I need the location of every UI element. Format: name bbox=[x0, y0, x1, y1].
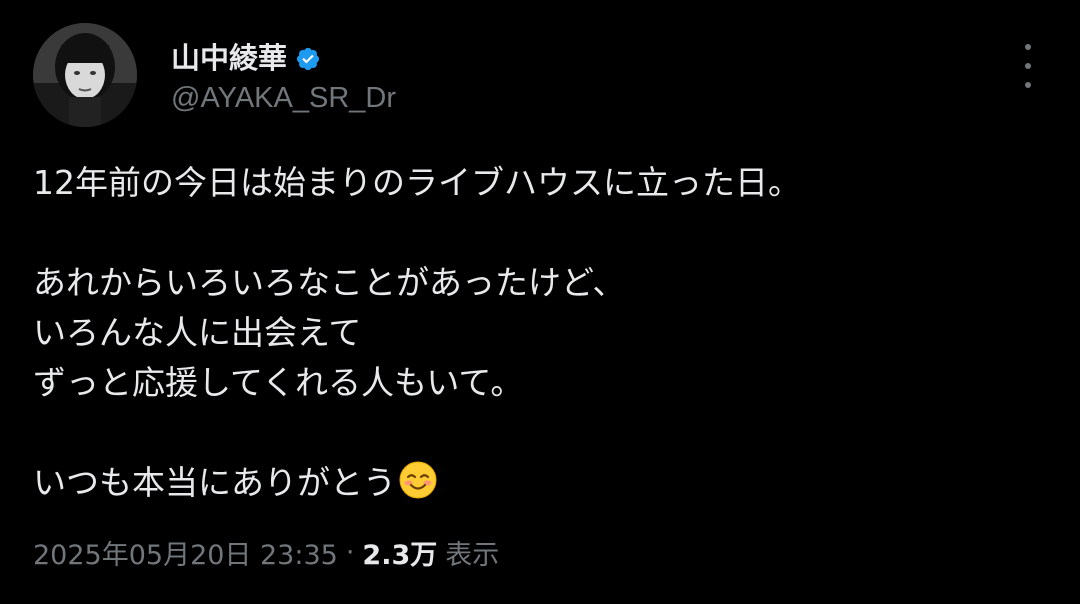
tweet-text: 12年前の今日は始まりのライブハウスに立った日。 あれからいろいろなことがあった… bbox=[33, 158, 1043, 508]
tweet-meta: 2025年05月20日 23:35 · 2.3万 表示 bbox=[33, 533, 499, 572]
more-options-button[interactable] bbox=[1010, 44, 1046, 88]
tweet-text-line: 12年前の今日は始まりのライブハウスに立った日。 bbox=[33, 163, 801, 202]
tweet-text-line: いろんな人に出会えて bbox=[33, 313, 362, 352]
tweet-text-blank-line bbox=[33, 408, 1043, 458]
more-vertical-icon-dot bbox=[1025, 44, 1031, 50]
meta-separator: · bbox=[345, 537, 355, 568]
tweet-text-line: ずっと応援してくれる人もいて。 bbox=[33, 363, 524, 402]
tweet-header: 山中綾華 @AYAKA_SR_Dr bbox=[33, 23, 396, 127]
tweet-text-line: いつも本当にありがとう bbox=[33, 463, 396, 502]
more-vertical-icon-dot bbox=[1025, 63, 1031, 69]
verified-badge-icon bbox=[296, 47, 320, 70]
tweet-text-line: あれからいろいろなことがあったけど、 bbox=[33, 263, 626, 302]
user-info: 山中綾華 @AYAKA_SR_Dr bbox=[171, 38, 396, 113]
name-row: 山中綾華 bbox=[171, 38, 396, 80]
avatar[interactable] bbox=[33, 23, 137, 127]
tweet-text-blank-line bbox=[33, 208, 1043, 258]
profile-photo-icon bbox=[33, 23, 137, 127]
display-name[interactable]: 山中綾華 bbox=[171, 44, 287, 73]
tweet-card: 山中綾華 @AYAKA_SR_Dr 12年前の今日は始まりのライブハウスに立った… bbox=[0, 0, 1080, 604]
tweet-text-last-line: いつも本当にありがとう bbox=[33, 458, 1043, 508]
tweet-timestamp[interactable]: 2025年05月20日 23:35 bbox=[33, 533, 338, 572]
views-count[interactable]: 2.3万 bbox=[362, 533, 437, 572]
user-handle[interactable]: @AYAKA_SR_Dr bbox=[171, 83, 396, 113]
more-vertical-icon-dot bbox=[1025, 82, 1031, 88]
views-label: 表示 bbox=[445, 540, 500, 571]
smiling-face-emoji-icon bbox=[399, 461, 437, 499]
